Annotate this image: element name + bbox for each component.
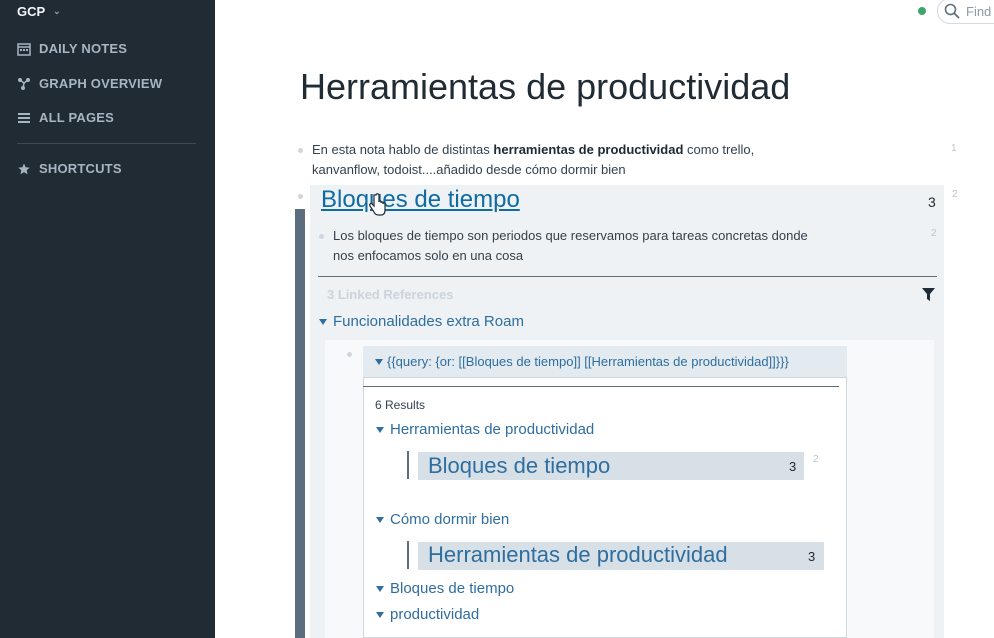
reference-count[interactable]: 3 bbox=[789, 459, 796, 474]
sidebar-item-label: GRAPH OVERVIEW bbox=[39, 76, 163, 91]
result-group-title[interactable]: Herramientas de productividad bbox=[390, 421, 594, 438]
search-icon bbox=[944, 3, 960, 19]
line-number: 2 bbox=[813, 454, 819, 465]
search-placeholder: Find bbox=[966, 3, 992, 19]
result-link[interactable]: Herramientas de productividad bbox=[428, 542, 728, 568]
sync-status-dot bbox=[918, 7, 926, 15]
list-icon bbox=[18, 112, 30, 123]
block-text-bold: herramientas de productividad bbox=[493, 142, 684, 157]
ref-group-title[interactable]: Funcionalidades extra Roam bbox=[333, 313, 524, 330]
embed-indent-bar bbox=[295, 209, 305, 638]
embed-child-block[interactable]: Los bloques de tiempo son periodos que r… bbox=[333, 226, 823, 266]
result-indent-bar bbox=[407, 451, 409, 479]
caret-down-icon[interactable] bbox=[319, 318, 327, 325]
caret-down-icon[interactable] bbox=[376, 585, 384, 592]
graph-icon bbox=[18, 77, 30, 90]
sidebar-item-graph-overview[interactable]: GRAPH OVERVIEW bbox=[17, 76, 162, 91]
linked-ref-group[interactable]: Funcionalidades extra Roam bbox=[319, 313, 524, 330]
result-group-title[interactable]: Bloques de tiempo bbox=[390, 580, 514, 597]
calendar-icon bbox=[17, 42, 31, 56]
result-link[interactable]: Bloques de tiempo bbox=[428, 453, 610, 479]
block-bullet[interactable] bbox=[298, 194, 303, 199]
result-group-title[interactable]: productividad bbox=[390, 606, 479, 623]
embed-title-link[interactable]: Bloques de tiempo bbox=[321, 186, 520, 214]
block-bullet[interactable] bbox=[319, 234, 324, 239]
sidebar-item-all-pages[interactable]: ALL PAGES bbox=[17, 110, 114, 125]
caret-down-icon[interactable] bbox=[376, 516, 384, 523]
block-text: En esta nota hablo de distintas bbox=[312, 142, 494, 157]
sidebar: GCP ⌄ DAILY NOTES GRAPH OVERVIEW ALL PAG… bbox=[0, 0, 215, 638]
result-group-title[interactable]: Cómo dormir bien bbox=[390, 511, 509, 528]
search-input[interactable]: Find bbox=[937, 0, 994, 24]
line-number: 1 bbox=[951, 143, 957, 154]
result-group[interactable]: Herramientas de productividad bbox=[376, 421, 594, 438]
line-number: 2 bbox=[952, 189, 958, 200]
caret-down-icon[interactable] bbox=[376, 611, 384, 618]
page-title[interactable]: Herramientas de productividad bbox=[300, 66, 790, 108]
linked-references-label[interactable]: 3 Linked References bbox=[327, 287, 453, 302]
query-toggle[interactable]: {{query: {or: [[Bloques de tiempo]] [[He… bbox=[375, 354, 789, 369]
filter-icon[interactable] bbox=[922, 288, 935, 301]
query-text: {{query: {or: [[Bloques de tiempo]] [[He… bbox=[387, 354, 789, 369]
sidebar-divider bbox=[17, 143, 196, 144]
divider bbox=[318, 276, 937, 277]
sidebar-item-label: SHORTCUTS bbox=[39, 161, 122, 176]
block-bullet[interactable] bbox=[347, 352, 352, 357]
graph-switcher[interactable]: GCP ⌄ bbox=[17, 4, 61, 19]
caret-down-icon[interactable] bbox=[376, 426, 384, 433]
divider bbox=[363, 386, 839, 387]
results-count: 6 Results bbox=[375, 398, 426, 412]
result-group[interactable]: productividad bbox=[376, 606, 479, 623]
reference-count[interactable]: 3 bbox=[808, 549, 815, 564]
chevron-down-icon: ⌄ bbox=[53, 6, 61, 16]
sidebar-item-label: ALL PAGES bbox=[39, 110, 114, 125]
result-indent-bar bbox=[407, 541, 409, 569]
reference-count[interactable]: 3 bbox=[928, 194, 936, 210]
sidebar-item-daily-notes[interactable]: DAILY NOTES bbox=[17, 41, 127, 56]
sidebar-item-shortcuts[interactable]: SHORTCUTS bbox=[17, 161, 122, 176]
caret-down-icon[interactable] bbox=[375, 358, 383, 365]
line-number: 2 bbox=[931, 228, 937, 239]
hand-cursor-icon bbox=[369, 193, 386, 216]
graph-name: GCP bbox=[17, 4, 46, 19]
result-group[interactable]: Bloques de tiempo bbox=[376, 580, 514, 597]
block-1[interactable]: En esta nota hablo de distintas herramie… bbox=[312, 140, 812, 180]
block-bullet[interactable] bbox=[298, 148, 303, 153]
result-group[interactable]: Cómo dormir bien bbox=[376, 511, 509, 528]
sidebar-item-label: DAILY NOTES bbox=[39, 41, 128, 56]
star-icon bbox=[18, 163, 30, 174]
